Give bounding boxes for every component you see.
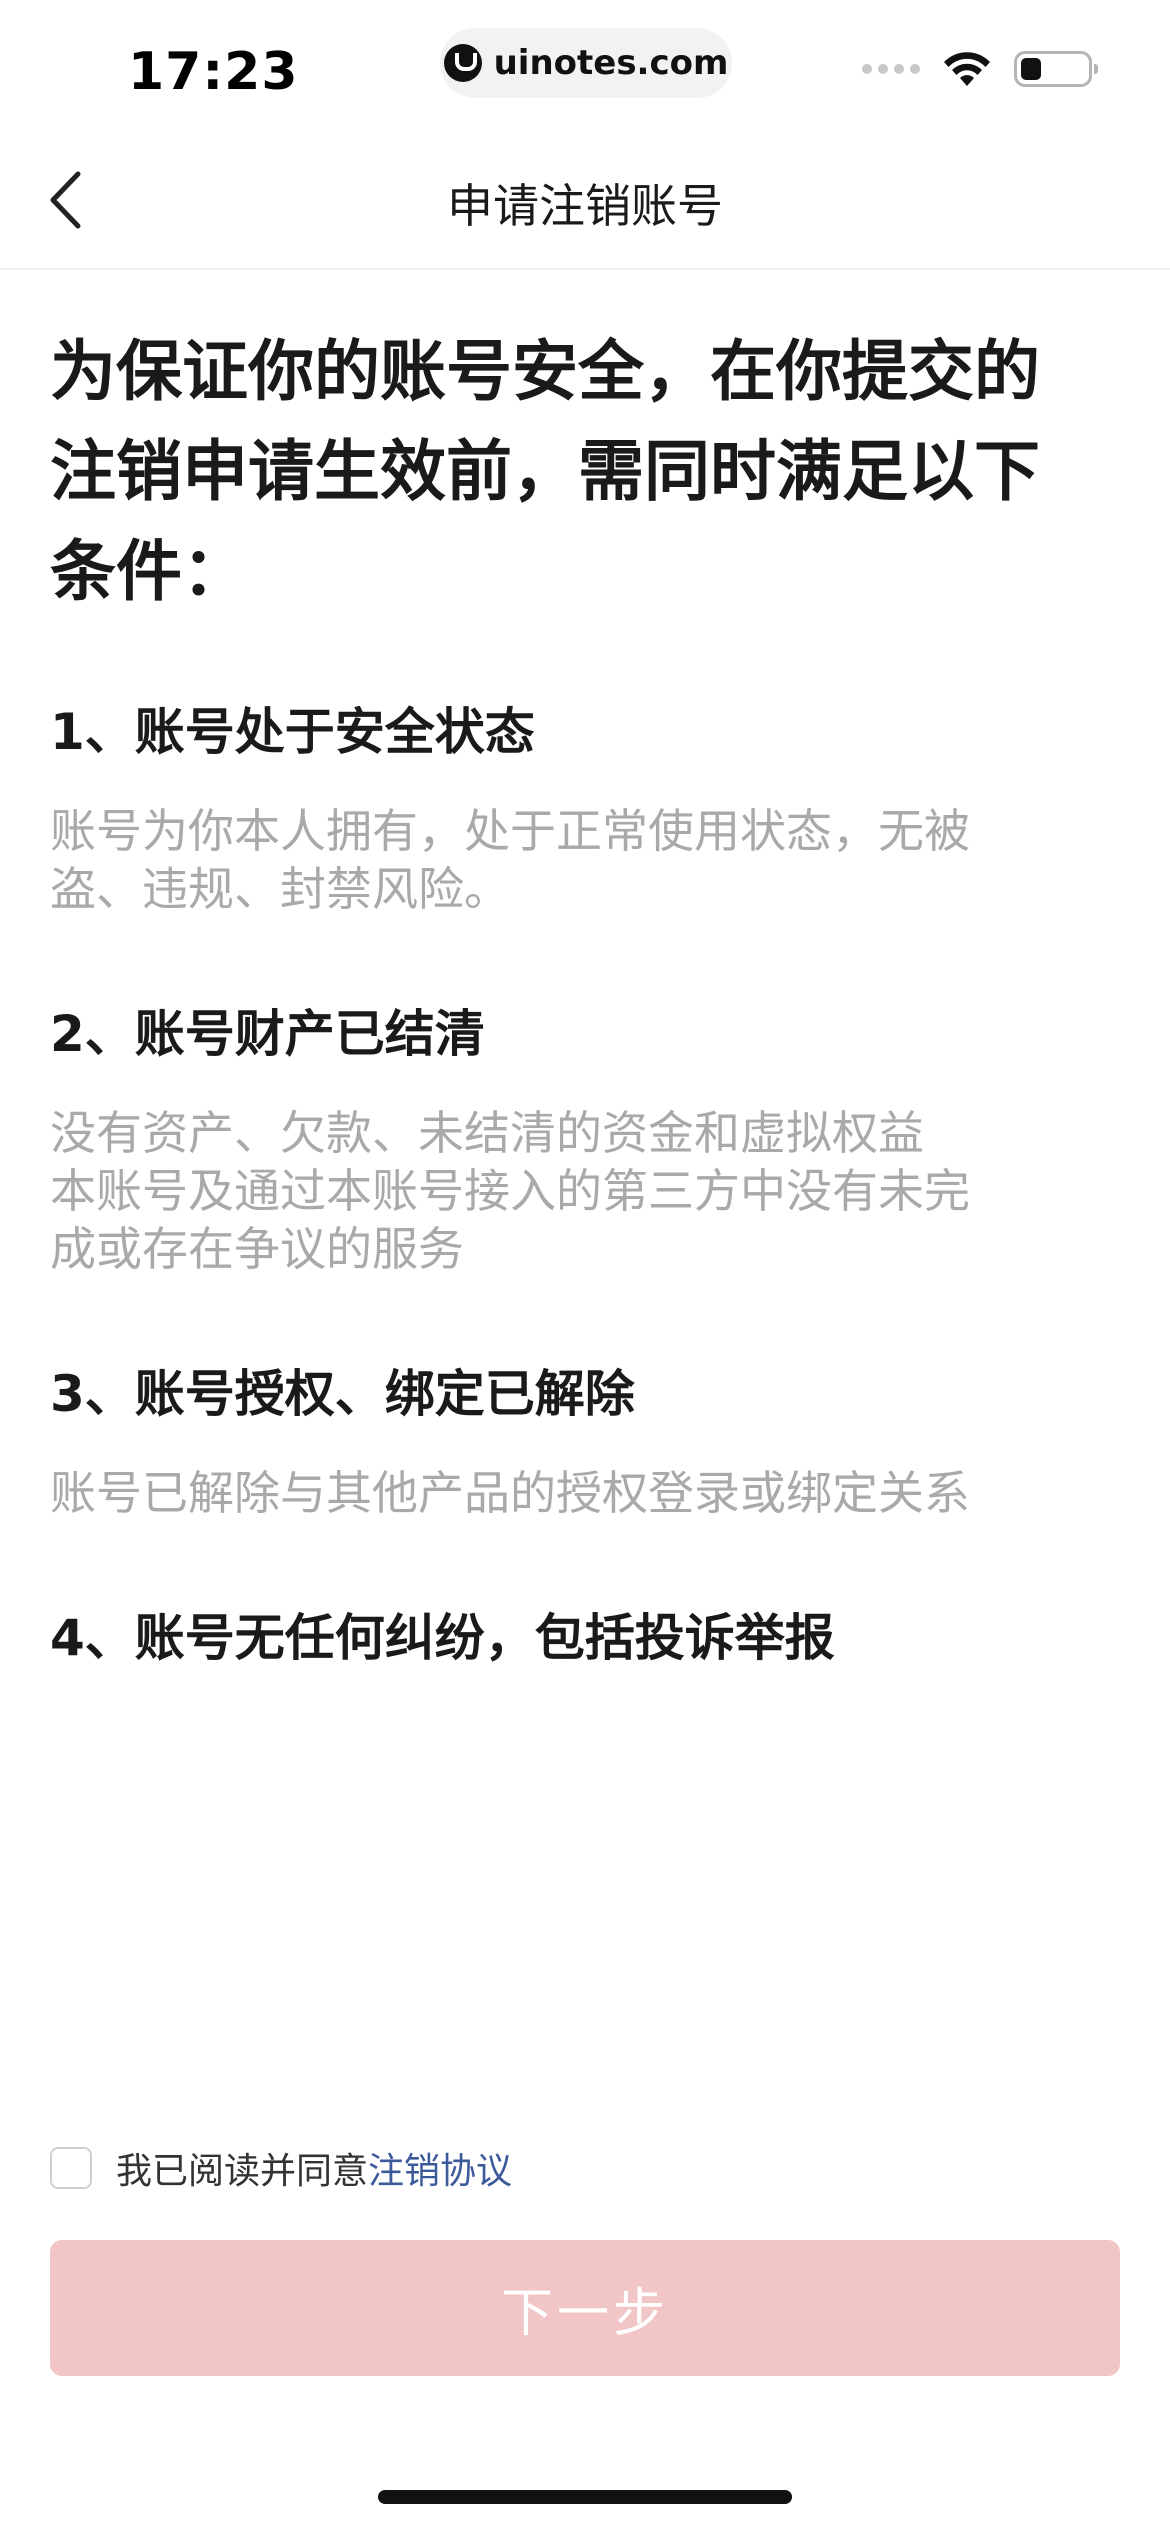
condition-description-line: 盗、违规、封禁风险。 (50, 862, 510, 916)
condition-description: 账号为你本人拥有，处于正常使用状态，无被 盗、违规、封禁风险。 (50, 802, 1120, 918)
nav-bar: 申请注销账号 (0, 130, 1170, 270)
condition-title: 3、账号授权、绑定已解除 (50, 1365, 635, 1423)
condition-description-line: 账号已解除与其他产品的授权登录或绑定关系 (50, 1466, 970, 1520)
wifi-icon (944, 52, 990, 86)
condition-title: 1、账号处于安全状态 (50, 703, 535, 761)
condition-title: 2、账号财产已结清 (50, 1005, 485, 1063)
agreement-prefix: 我已阅读并同意 (116, 2151, 369, 2192)
agreement-row: 我已阅读并同意注销协议 (50, 2144, 512, 2192)
status-bar: 17:23 uinotes.com (0, 0, 1170, 130)
intro-line: 为保证你的账号安全，在你提交的 (50, 333, 1040, 410)
condition-item: 1、账号处于安全状态 账号为你本人拥有，处于正常使用状态，无被 盗、违规、封禁风… (50, 702, 1120, 918)
battery-icon (1014, 51, 1098, 87)
page-title: 申请注销账号 (447, 179, 723, 233)
condition-description: 账号已解除与其他产品的授权登录或绑定关系 (50, 1464, 1120, 1522)
agreement-link[interactable]: 注销协议 (368, 2151, 512, 2192)
content: 为保证你的账号安全，在你提交的 注销申请生效前，需同时满足以下 条件： 1、账号… (50, 322, 1120, 1668)
condition-description-line: 成或存在争议的服务 (50, 1222, 464, 1276)
condition-description-line: 本账号及通过本账号接入的第三方中没有未完 (50, 1164, 970, 1218)
cellular-signal-icon (862, 64, 920, 74)
agreement-text: 我已阅读并同意注销协议 (116, 2142, 512, 2194)
url-pill[interactable]: uinotes.com (440, 28, 732, 98)
condition-title: 4、账号无任何纠纷，包括投诉举报 (50, 1609, 835, 1667)
home-indicator (378, 2490, 792, 2504)
condition-description: 没有资产、欠款、未结清的资金和虚拟权益 本账号及通过本账号接入的第三方中没有未完… (50, 1104, 1120, 1278)
condition-item: 3、账号授权、绑定已解除 账号已解除与其他产品的授权登录或绑定关系 (50, 1364, 1120, 1522)
status-time: 17:23 (128, 42, 299, 102)
intro-line: 条件： (50, 533, 248, 610)
condition-item: 4、账号无任何纠纷，包括投诉举报 (50, 1608, 1120, 1668)
condition-item: 2、账号财产已结清 没有资产、欠款、未结清的资金和虚拟权益 本账号及通过本账号接… (50, 1004, 1120, 1278)
intro-heading: 为保证你的账号安全，在你提交的 注销申请生效前，需同时满足以下 条件： (50, 322, 1120, 622)
intro-line: 注销申请生效前，需同时满足以下 (50, 433, 1040, 510)
url-text: uinotes.com (493, 43, 729, 83)
status-indicators (862, 50, 1098, 88)
next-step-button[interactable]: 下一步 (50, 2240, 1120, 2376)
condition-description-line: 账号为你本人拥有，处于正常使用状态，无被 (50, 804, 970, 858)
condition-description-line: 没有资产、欠款、未结清的资金和虚拟权益 (50, 1106, 924, 1160)
site-logo-icon (443, 44, 482, 82)
agreement-checkbox[interactable] (50, 2147, 92, 2189)
